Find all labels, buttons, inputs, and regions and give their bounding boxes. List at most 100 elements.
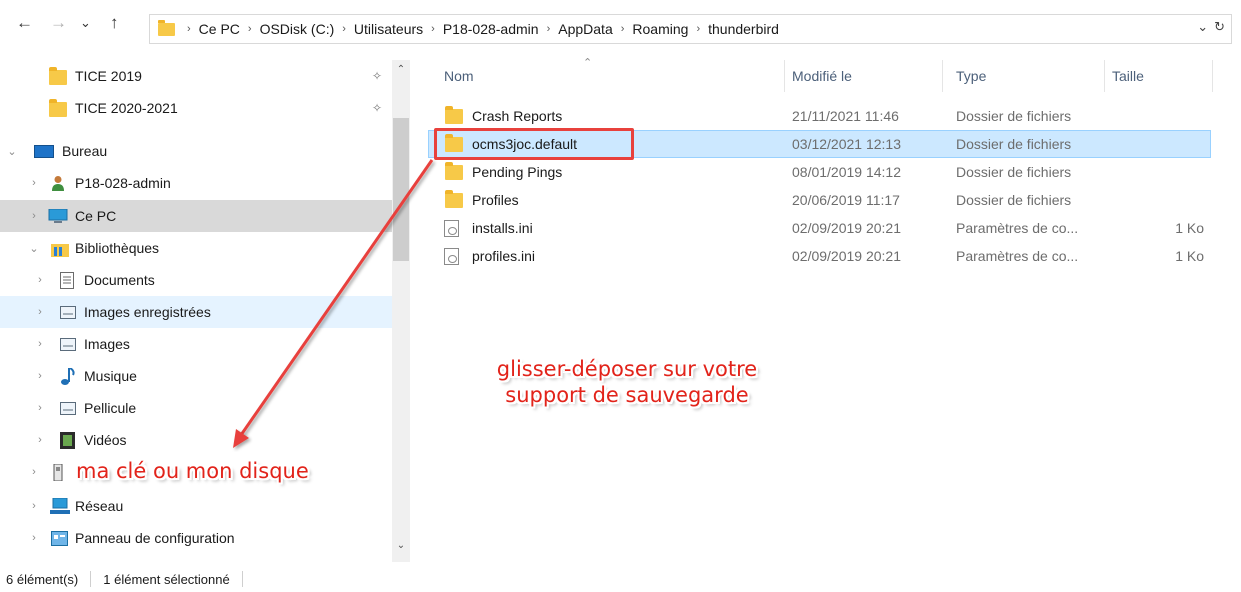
chevron-down-icon[interactable]: ⌄ bbox=[6, 145, 18, 158]
file-name: Profiles bbox=[472, 192, 519, 208]
folder-icon bbox=[158, 19, 175, 36]
file-row[interactable]: installs.ini 02/09/2019 20:21 Paramètres… bbox=[428, 214, 1211, 242]
breadcrumb-item[interactable]: Ce PC bbox=[199, 21, 240, 37]
network-icon bbox=[50, 497, 70, 515]
chevron-right-icon[interactable]: › bbox=[28, 210, 40, 222]
chevron-right-icon[interactable]: › bbox=[28, 532, 40, 544]
sidebar-item-videos[interactable]: › Vidéos bbox=[0, 424, 392, 456]
file-row[interactable]: Crash Reports 21/11/2021 11:46 Dossier d… bbox=[428, 102, 1211, 130]
column-header-type[interactable]: Type bbox=[956, 60, 1106, 92]
usb-drive-icon bbox=[53, 463, 63, 482]
refresh-button[interactable]: ↻ bbox=[1214, 19, 1225, 35]
chevron-right-icon[interactable]: › bbox=[34, 274, 46, 286]
folder-icon bbox=[49, 99, 67, 117]
file-type: Dossier de fichiers bbox=[956, 136, 1072, 152]
address-dropdown-button[interactable]: ⌄ bbox=[1197, 19, 1208, 35]
column-header-modified[interactable]: Modifié le bbox=[792, 60, 942, 92]
chevron-right-icon[interactable]: › bbox=[342, 23, 346, 35]
sidebar-item-documents[interactable]: › Documents bbox=[0, 264, 392, 296]
drag-instruction-line: glisser-déposer sur votre bbox=[496, 357, 758, 381]
breadcrumb-item[interactable]: P18-028-admin bbox=[443, 21, 539, 37]
navigation-pane-scrollbar[interactable]: ⌃ ⌄ bbox=[392, 60, 410, 562]
sidebar-item-tice-2020-2021[interactable]: TICE 2020-2021 ✧ bbox=[0, 92, 392, 124]
column-header-size[interactable]: Taille bbox=[1112, 60, 1212, 92]
sidebar-item-panneau-configuration[interactable]: › Panneau de configuration bbox=[0, 522, 392, 554]
sidebar-item-reseau[interactable]: › Réseau bbox=[0, 490, 392, 522]
file-size: 1 Ko bbox=[1175, 220, 1204, 236]
pin-icon: ✧ bbox=[372, 101, 383, 115]
breadcrumb-item[interactable]: Utilisateurs bbox=[354, 21, 423, 37]
item-count: 6 élément(s) bbox=[6, 571, 79, 587]
column-divider[interactable] bbox=[1212, 60, 1213, 92]
sidebar-item-label: Vidéos bbox=[84, 432, 127, 448]
computer-icon bbox=[48, 208, 68, 224]
breadcrumb-item[interactable]: thunderbird bbox=[708, 21, 779, 37]
music-icon bbox=[60, 367, 76, 385]
breadcrumb-item[interactable]: Roaming bbox=[632, 21, 688, 37]
chevron-right-icon[interactable]: › bbox=[187, 23, 191, 35]
pin-icon: ✧ bbox=[372, 69, 383, 83]
chevron-right-icon[interactable]: › bbox=[621, 23, 625, 35]
file-date: 03/12/2021 12:13 bbox=[792, 136, 901, 152]
sidebar-item-label: Ce PC bbox=[75, 208, 117, 224]
chevron-right-icon[interactable]: › bbox=[547, 23, 551, 35]
selection-count: 1 élément sélectionné bbox=[103, 571, 230, 587]
sidebar-item-label: Documents bbox=[84, 272, 155, 288]
up-button[interactable]: ↑ bbox=[110, 12, 119, 34]
chevron-right-icon[interactable]: › bbox=[696, 23, 700, 35]
sidebar-item-user[interactable]: › P18-028-admin bbox=[0, 167, 392, 199]
chevron-right-icon[interactable]: › bbox=[34, 306, 46, 318]
chevron-right-icon[interactable]: › bbox=[431, 23, 435, 35]
scroll-down-icon[interactable]: ⌄ bbox=[392, 540, 410, 551]
folder-icon bbox=[445, 106, 463, 124]
sidebar-item-pellicule[interactable]: › Pellicule bbox=[0, 392, 392, 424]
pictures-icon bbox=[60, 338, 76, 351]
file-size: 1 Ko bbox=[1175, 248, 1204, 264]
file-row[interactable]: Pending Pings 08/01/2019 14:12 Dossier d… bbox=[428, 158, 1211, 186]
sidebar-item-musique[interactable]: › Musique bbox=[0, 360, 392, 392]
sidebar-item-label: Bibliothèques bbox=[75, 240, 160, 256]
chevron-right-icon[interactable]: › bbox=[28, 177, 40, 189]
chevron-right-icon[interactable]: › bbox=[28, 500, 40, 512]
scrollbar-thumb[interactable] bbox=[393, 118, 409, 261]
sidebar-item-images[interactable]: › Images bbox=[0, 328, 392, 360]
address-bar[interactable]: › Ce PC › OSDisk (C:) › Utilisateurs › P… bbox=[149, 14, 1232, 44]
breadcrumb: › Ce PC › OSDisk (C:) › Utilisateurs › P… bbox=[179, 21, 779, 37]
sidebar-item-bureau[interactable]: ⌄ Bureau bbox=[0, 135, 392, 167]
sidebar-item-label: TICE 2019 bbox=[75, 68, 142, 84]
breadcrumb-item[interactable]: OSDisk (C:) bbox=[260, 21, 335, 37]
column-header-name[interactable]: Nom ⌃ bbox=[444, 57, 784, 92]
chevron-right-icon[interactable]: › bbox=[28, 466, 40, 478]
sidebar-item-label: Musique bbox=[84, 368, 137, 384]
chevron-right-icon[interactable]: › bbox=[248, 23, 252, 35]
sidebar-item-bibliotheques[interactable]: ⌄ Bibliothèques bbox=[0, 232, 392, 264]
file-row[interactable]: profiles.ini 02/09/2019 20:21 Paramètres… bbox=[428, 242, 1211, 270]
sidebar-item-label: Bureau bbox=[62, 143, 108, 159]
file-date: 20/06/2019 11:17 bbox=[792, 192, 900, 208]
chevron-right-icon[interactable]: › bbox=[34, 402, 46, 414]
column-divider[interactable] bbox=[1104, 60, 1105, 92]
column-divider[interactable] bbox=[784, 60, 785, 92]
sidebar-item-images-enregistrees[interactable]: › Images enregistrées bbox=[0, 296, 392, 328]
status-divider bbox=[241, 571, 243, 587]
chevron-right-icon[interactable]: › bbox=[34, 370, 46, 382]
recent-locations-button[interactable]: ⌄ bbox=[80, 12, 91, 34]
sidebar-item-tice-2019[interactable]: TICE 2019 ✧ bbox=[0, 60, 392, 92]
file-row[interactable]: Profiles 20/06/2019 11:17 Dossier de fic… bbox=[428, 186, 1211, 214]
status-divider bbox=[90, 571, 92, 587]
saved-pictures-icon bbox=[60, 306, 76, 319]
scroll-up-icon[interactable]: ⌃ bbox=[392, 64, 410, 75]
back-button[interactable]: ← bbox=[16, 12, 33, 34]
forward-button[interactable]: → bbox=[50, 12, 67, 34]
sidebar-item-ce-pc[interactable]: › Ce PC bbox=[0, 200, 392, 232]
file-date: 02/09/2019 20:21 bbox=[792, 220, 901, 236]
file-type: Dossier de fichiers bbox=[956, 164, 1072, 180]
breadcrumb-item[interactable]: AppData bbox=[558, 21, 612, 37]
documents-icon bbox=[60, 272, 74, 289]
column-divider[interactable] bbox=[942, 60, 943, 92]
folder-icon bbox=[49, 67, 67, 85]
chevron-right-icon[interactable]: › bbox=[34, 338, 46, 350]
libraries-icon bbox=[51, 241, 69, 257]
chevron-right-icon[interactable]: › bbox=[34, 434, 46, 446]
chevron-down-icon[interactable]: ⌄ bbox=[28, 242, 40, 255]
